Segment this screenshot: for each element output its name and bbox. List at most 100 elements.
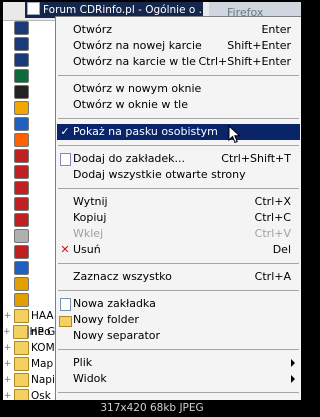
menu-separator bbox=[58, 75, 299, 76]
menu-item-open-new-tab[interactable]: Otwórz na nowej karcie Shift+Enter bbox=[57, 38, 300, 54]
menu-item-copy[interactable]: Kopiuj Ctrl+C bbox=[57, 210, 300, 226]
sidebar-bookmark[interactable] bbox=[3, 164, 55, 180]
menu-separator bbox=[58, 392, 299, 393]
new-bookmark-icon bbox=[60, 298, 71, 311]
menu-item-open-new-window[interactable]: Otwórz w nowym oknie bbox=[57, 81, 300, 97]
menu-separator bbox=[58, 145, 299, 146]
page-icon bbox=[14, 149, 29, 163]
menu-item-shortcut: Enter bbox=[261, 23, 291, 36]
menu-item-view-submenu[interactable]: Widok bbox=[57, 371, 300, 387]
tab-title: Forum CDRinfo.pl - Ogólnie o ... bbox=[43, 4, 203, 16]
menu-item-label: Zaznacz wszystko bbox=[73, 270, 172, 283]
sidebar-folder[interactable]: + Napi bbox=[3, 372, 55, 388]
sidebar-bookmark[interactable] bbox=[3, 132, 55, 148]
bookmark-context-menu: Otwórz Enter Otwórz na nowej karcie Shift+E… bbox=[55, 16, 301, 400]
page-icon bbox=[14, 245, 29, 259]
sidebar-bookmark[interactable] bbox=[3, 116, 55, 132]
menu-item-shortcut: Shift+Enter bbox=[227, 39, 291, 52]
menu-item-delete[interactable]: ✕ Usuń Del bbox=[57, 242, 300, 258]
sidebar-bookmark[interactable] bbox=[3, 244, 55, 260]
sidebar-bookmark[interactable] bbox=[3, 212, 55, 228]
sidebar-bookmark[interactable] bbox=[3, 292, 55, 308]
sidebar-folder[interactable]: + KOM bbox=[3, 340, 55, 356]
page-icon bbox=[14, 181, 29, 195]
menu-separator bbox=[58, 263, 299, 264]
menu-item-label: Dodaj do zakładek... bbox=[73, 152, 186, 165]
sidebar-folder-label: Napi bbox=[31, 374, 55, 386]
submenu-arrow-icon bbox=[291, 359, 295, 367]
menu-item-shortcut: Ctrl+X bbox=[254, 195, 291, 208]
menu-item-add-bookmark[interactable]: Dodaj do zakładek... Ctrl+Shift+T bbox=[57, 151, 300, 167]
page-icon bbox=[14, 165, 29, 179]
sidebar-bookmark[interactable] bbox=[3, 20, 55, 36]
menu-item-new-folder[interactable]: Nowy folder bbox=[57, 312, 300, 328]
sidebar-bookmark[interactable] bbox=[3, 228, 55, 244]
menu-item-file-submenu[interactable]: Plik bbox=[57, 355, 300, 371]
page-icon bbox=[14, 53, 29, 67]
tree-expander-icon[interactable]: + bbox=[3, 311, 12, 321]
menu-separator bbox=[58, 188, 299, 189]
folder-icon bbox=[14, 357, 29, 371]
checkmark-icon: ✓ bbox=[60, 125, 70, 138]
sidebar-folder[interactable]: + Map bbox=[3, 356, 55, 372]
menu-item-paste[interactable]: Wklej Ctrl+V bbox=[57, 226, 300, 242]
page-icon bbox=[14, 133, 29, 147]
page-icon bbox=[14, 277, 29, 291]
menu-item-new-separator[interactable]: Nowy separator bbox=[57, 328, 300, 344]
sidebar-bookmark[interactable] bbox=[3, 100, 55, 116]
sidebar-folder-label: HAA bbox=[31, 310, 54, 322]
menu-item-open-background-tab[interactable]: Otwórz na karcie w tle Ctrl+Shift+Enter bbox=[57, 54, 300, 70]
folder-icon bbox=[59, 316, 72, 327]
menu-item-new-bookmark[interactable]: Nowa zakładka bbox=[57, 296, 300, 312]
menu-item-show-on-personal-bar[interactable]: ✓ Pokaż na pasku osobistym bbox=[57, 124, 300, 140]
sidebar-folder-label: HP G bbox=[29, 326, 55, 338]
sidebar-bookmark[interactable] bbox=[3, 148, 55, 164]
menu-item-shortcut: Ctrl+V bbox=[254, 227, 291, 240]
tree-expander-icon[interactable]: + bbox=[3, 359, 12, 369]
menu-item-add-all-open-pages[interactable]: Dodaj wszystkie otwarte strony bbox=[57, 167, 300, 183]
sidebar-bookmark[interactable] bbox=[3, 52, 55, 68]
sidebar-folder-label: Osk bbox=[31, 390, 51, 400]
sidebar-folder[interactable]: + HP G bbox=[3, 324, 55, 340]
menu-item-label: Nowy folder bbox=[73, 313, 139, 326]
sidebar-bookmark[interactable] bbox=[3, 36, 55, 52]
sidebar-folder-label: KOM bbox=[31, 342, 55, 354]
page-icon bbox=[14, 117, 29, 131]
menu-item-label: Otwórz na nowej karcie bbox=[73, 39, 202, 52]
menu-item-label: Wklej bbox=[73, 227, 104, 240]
sidebar-bookmark[interactable] bbox=[3, 68, 55, 84]
menu-item-label: Widok bbox=[73, 372, 107, 385]
menu-item-select-all[interactable]: Zaznacz wszystko Ctrl+A bbox=[57, 269, 300, 285]
folder-icon bbox=[12, 325, 28, 339]
sidebar-folder[interactable]: + Osk bbox=[3, 388, 55, 400]
menu-item-cut[interactable]: Wytnij Ctrl+X bbox=[57, 194, 300, 210]
menu-item-label: Nowy separator bbox=[73, 329, 161, 342]
menu-item-label: Plik bbox=[73, 356, 93, 369]
page-icon bbox=[14, 213, 29, 227]
mouse-cursor-icon bbox=[228, 125, 241, 144]
tree-expander-icon[interactable]: + bbox=[3, 343, 12, 353]
folder-icon bbox=[14, 373, 29, 387]
menu-separator bbox=[58, 349, 299, 350]
menu-item-shortcut: Ctrl+Shift+Enter bbox=[198, 55, 291, 68]
image-caption: 317x420 68kb JPEG bbox=[100, 402, 204, 414]
menu-item-label: Pokaż na pasku osobistym bbox=[73, 125, 218, 138]
tree-expander-icon[interactable]: + bbox=[3, 327, 11, 337]
sidebar-bookmark[interactable] bbox=[3, 180, 55, 196]
bookmarks-sidebar: neo + HAA + HP G + KOM + Map + Napi + Osk bbox=[3, 2, 55, 400]
page-icon bbox=[14, 37, 29, 51]
sidebar-bookmark[interactable] bbox=[3, 260, 55, 276]
page-icon bbox=[14, 69, 29, 83]
menu-item-label: Dodaj wszystkie otwarte strony bbox=[73, 168, 246, 181]
sidebar-bookmark[interactable] bbox=[3, 84, 55, 100]
page-icon bbox=[14, 21, 29, 35]
tree-expander-icon[interactable]: + bbox=[3, 391, 12, 400]
sidebar-folder[interactable]: + HAA bbox=[3, 308, 55, 324]
sidebar-bookmark[interactable] bbox=[3, 276, 55, 292]
menu-item-open[interactable]: Otwórz Enter bbox=[57, 22, 300, 38]
menu-item-open-background-window[interactable]: Otwórz w oknie w tle bbox=[57, 97, 300, 113]
tree-expander-icon[interactable]: + bbox=[3, 375, 12, 385]
menu-item-label: Wytnij bbox=[73, 195, 108, 208]
page-icon bbox=[14, 101, 29, 115]
sidebar-bookmark[interactable] bbox=[3, 196, 55, 212]
